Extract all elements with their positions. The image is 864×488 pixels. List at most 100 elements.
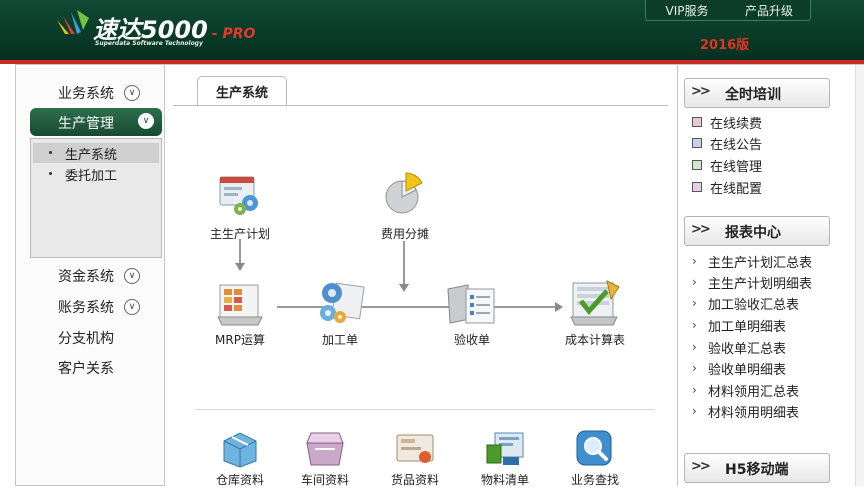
double-chevron-icon: >> — [691, 459, 711, 474]
report-link[interactable]: › 材料领用明细表 — [692, 401, 799, 421]
mrp-calculation-icon — [217, 284, 263, 326]
report-link-label: 加工验收汇总表 — [708, 297, 800, 313]
shortcut-label: 货品资料 — [390, 473, 439, 487]
shortcut-label: 业务查找 — [570, 473, 619, 487]
training-title: 全时培训 — [725, 87, 781, 103]
nav-funds[interactable]: 资金系统 ∨ — [16, 265, 166, 287]
nav-business[interactable]: 业务系统 ∨ — [16, 82, 166, 104]
report-link[interactable]: › 主生产计划明细表 — [692, 272, 812, 292]
shortcut-label: 车间资料 — [300, 473, 349, 487]
report-link[interactable]: › 加工验收汇总表 — [692, 293, 799, 313]
section-divider — [195, 409, 655, 410]
nav-accounting[interactable]: 账务系统 ∨ — [16, 296, 166, 318]
brand-logo: 速达5000- PRO Superdata Software Technolog… — [55, 6, 315, 52]
training-item[interactable]: 在线配置 — [692, 177, 762, 197]
report-link-label: 加工单明细表 — [708, 319, 787, 335]
double-chevron-icon: >> — [691, 84, 711, 99]
brand-logo-icon — [57, 10, 89, 34]
report-link-label: 材料领用汇总表 — [708, 384, 800, 400]
vertical-scrollbar[interactable] — [855, 65, 864, 486]
book-icon — [692, 160, 702, 170]
flow-node-label: 主生产计划 — [209, 227, 270, 241]
bill-of-materials-icon — [486, 432, 524, 465]
report-link-label: 验收单明细表 — [708, 362, 787, 378]
flow-node-label: 验收单 — [453, 333, 490, 347]
flow-arrow-line — [403, 241, 405, 285]
report-link-label: 材料领用明细表 — [708, 405, 800, 421]
chevron-down-icon: ∨ — [124, 268, 140, 284]
edition-label: 2016版 — [700, 38, 750, 53]
training-header[interactable]: >> 全时培训 — [684, 78, 830, 108]
top-nav: VIP服务 产品升级 — [645, 0, 811, 21]
nav-crm[interactable]: 客户关系 — [16, 357, 166, 379]
chevron-right-icon: › — [692, 340, 697, 354]
nav-business-label: 业务系统 — [58, 86, 114, 102]
report-link[interactable]: › 加工单明细表 — [692, 315, 786, 335]
brand-suffix: - PRO — [211, 26, 256, 42]
report-link-label: 主生产计划明细表 — [708, 276, 813, 292]
book-icon — [692, 117, 702, 127]
pie-chart-icon — [385, 172, 423, 214]
shortcut-label: 仓库资料 — [215, 473, 264, 487]
nav-branches[interactable]: 分支机构 — [16, 327, 166, 349]
report-link[interactable]: › 验收单明细表 — [692, 358, 786, 378]
flow-node-cost-calculation[interactable]: 成本计算表 — [550, 277, 640, 348]
mobile-header[interactable]: >> H5移动端 — [684, 453, 830, 483]
flow-node-label: MRP运算 — [215, 333, 265, 347]
flow-node-acceptance[interactable]: 验收单 — [427, 279, 517, 348]
flow-arrow-line — [239, 239, 241, 265]
chevron-right-icon: › — [692, 361, 697, 375]
report-link[interactable]: › 主生产计划汇总表 — [692, 251, 812, 271]
bullet-icon — [49, 172, 52, 175]
training-item[interactable]: 在线管理 — [692, 155, 762, 175]
reports-title: 报表中心 — [725, 225, 781, 241]
chevron-right-icon: › — [692, 404, 697, 418]
mobile-title: H5移动端 — [725, 462, 789, 478]
flow-node-master-plan[interactable]: 主生产计划 — [195, 173, 285, 242]
shortcut-workshop[interactable]: 车间资料 — [280, 427, 370, 488]
flow-node-mrp[interactable]: MRP运算 — [195, 279, 285, 348]
top-nav-upgrade[interactable]: 产品升级 — [728, 0, 810, 20]
nav-production-label: 生产管理 — [58, 116, 114, 132]
submenu-item-label: 生产系统 — [65, 147, 118, 163]
shortcut-label: 物料清单 — [480, 473, 529, 487]
shortcut-goods[interactable]: 货品资料 — [370, 427, 460, 488]
report-link-label: 主生产计划汇总表 — [708, 255, 813, 271]
shortcut-business-search[interactable]: 业务查找 — [550, 427, 640, 488]
top-nav-vip[interactable]: VIP服务 — [646, 0, 728, 20]
chevron-right-icon: › — [692, 318, 697, 332]
tab-underline — [173, 105, 668, 106]
book-icon — [692, 138, 702, 148]
flow-node-label: 成本计算表 — [564, 333, 625, 347]
bullet-icon — [49, 151, 52, 154]
training-item[interactable]: 在线公告 — [692, 133, 762, 153]
chevron-right-icon: › — [692, 383, 697, 397]
nav-branches-label: 分支机构 — [58, 331, 114, 347]
tab-production-system[interactable]: 生产系统 — [197, 76, 287, 106]
production-plan-icon — [219, 176, 258, 215]
chevron-down-icon: ∨ — [138, 113, 154, 129]
workshop-folder-icon — [306, 432, 344, 466]
submenu-item-production-system[interactable]: 生产系统 — [33, 143, 159, 163]
shortcut-warehouse[interactable]: 仓库资料 — [195, 427, 285, 488]
training-item[interactable]: 在线续费 — [692, 112, 762, 132]
chevron-down-icon: ∨ — [124, 85, 140, 101]
right-sidebar: >> 全时培训 在线续费 在线公告 在线管理 在线配置 >> 报表中心 › 主生产… — [678, 64, 864, 486]
submenu-item-outsourcing[interactable]: 委托加工 — [33, 164, 159, 184]
cost-calculation-icon — [570, 280, 620, 326]
flow-arrow-head — [399, 284, 409, 292]
report-link[interactable]: › 验收单汇总表 — [692, 337, 786, 357]
flow-arrow-head — [235, 263, 245, 271]
flow-node-work-order[interactable]: 加工单 — [295, 279, 385, 348]
app-header: 速达5000- PRO Superdata Software Technolog… — [0, 0, 864, 60]
warehouse-box-icon — [223, 432, 257, 468]
training-item-label: 在线配置 — [710, 181, 763, 197]
acceptance-form-icon — [447, 284, 495, 324]
reports-header[interactable]: >> 报表中心 — [684, 216, 830, 246]
goods-card-icon — [396, 434, 434, 463]
nav-production[interactable]: 生产管理 ∨ — [30, 108, 162, 136]
flow-node-cost-allocation[interactable]: 费用分摊 — [360, 171, 450, 242]
report-link[interactable]: › 材料领用汇总表 — [692, 380, 799, 400]
shortcut-bom[interactable]: 物料清单 — [460, 427, 550, 488]
flow-node-label: 加工单 — [321, 333, 358, 347]
